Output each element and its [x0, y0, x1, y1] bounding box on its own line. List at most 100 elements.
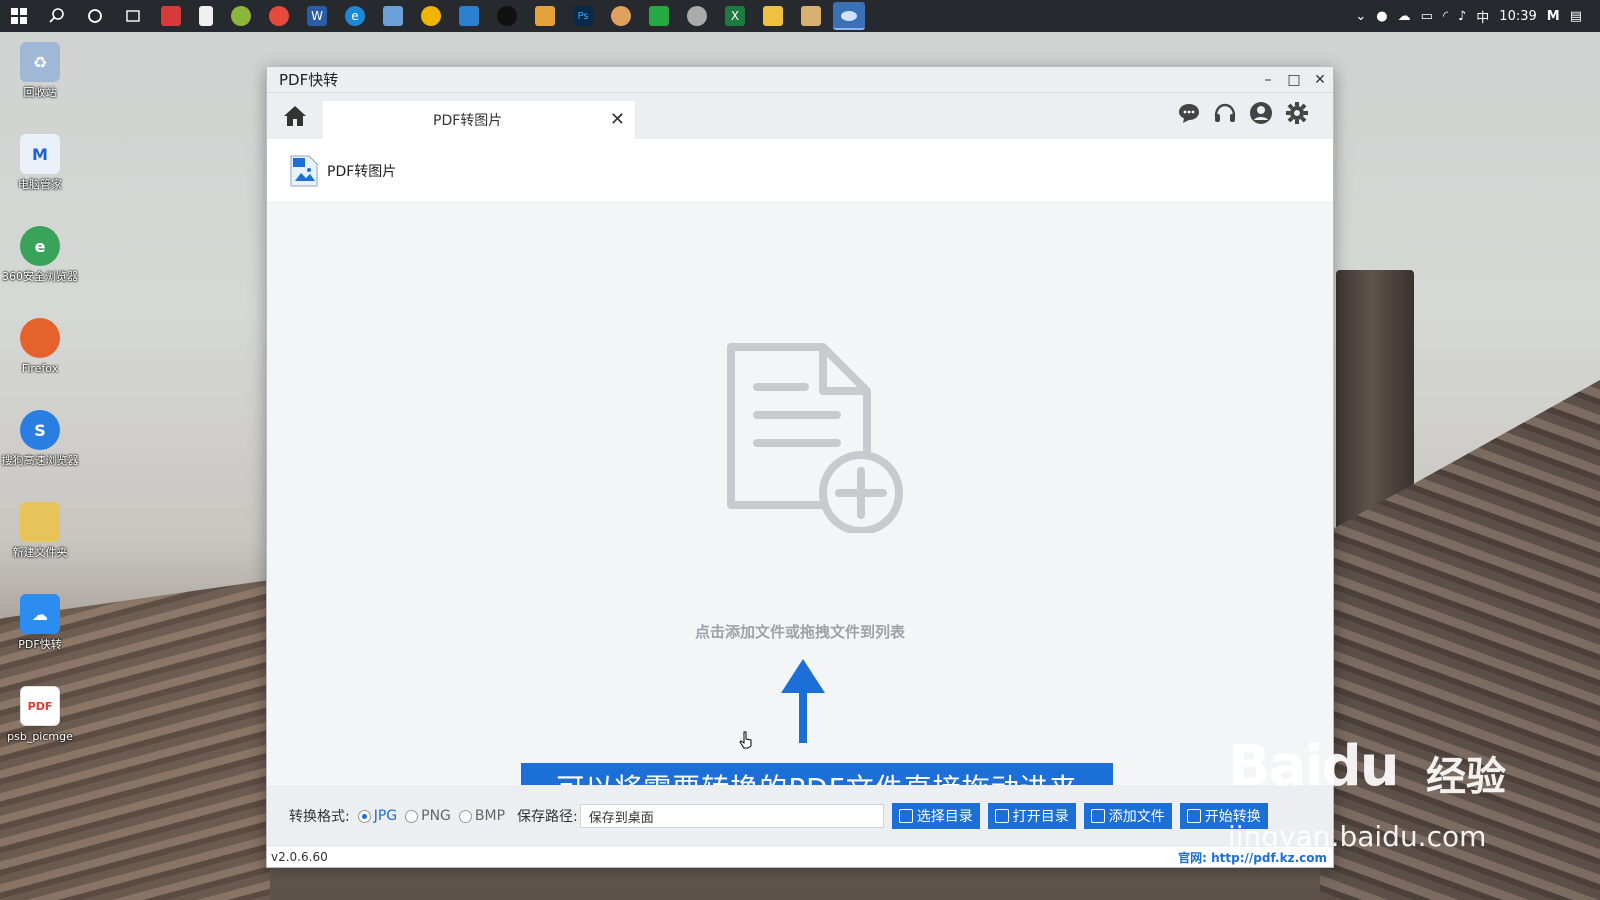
app-green-icon[interactable]	[231, 6, 251, 26]
format-option-label: BMP	[474, 808, 506, 824]
tab-pdf-to-image[interactable]: PDF转图片 ✕	[323, 101, 635, 139]
desktop-icon-recycle-bin[interactable]: ♻ 回收站	[0, 36, 80, 128]
cortana-icon[interactable]	[85, 6, 105, 26]
battery-icon[interactable]: ▭	[1421, 9, 1433, 24]
pdf-file-icon: PDF	[20, 686, 60, 726]
plus-icon	[1090, 809, 1105, 823]
desktop-icon-label: PDF快转	[18, 638, 62, 651]
desktop-icon-label: Firefox	[21, 362, 59, 375]
folder-open-icon	[994, 809, 1009, 823]
desktop-icon-label: 搜狗高速浏览器	[1, 454, 79, 467]
button-label: 打开目录	[1012, 809, 1069, 825]
app-tan-icon[interactable]	[801, 6, 821, 26]
chevron-up-icon[interactable]: ⌄	[1355, 9, 1366, 24]
save-path-label: 保存路径:	[517, 809, 578, 825]
baidu-jingyan-watermark: Baidu 经验 jingyan.baidu.com	[1228, 734, 1538, 864]
qq-tray-icon[interactable]: ●	[1376, 9, 1387, 24]
add-file-icon[interactable]	[725, 343, 905, 533]
window-titlebar[interactable]: PDF快转 – □ ✕	[267, 67, 1333, 93]
task-view-icon[interactable]	[123, 6, 143, 26]
format-radio-bmp[interactable]: BMP	[458, 808, 506, 824]
app-box-icon[interactable]	[459, 6, 479, 26]
tab-close-icon[interactable]: ✕	[610, 109, 625, 130]
file-drop-area[interactable]: 点击添加文件或拖拽文件到列表 可以将需要转换的PDF文件直接拖动进来	[267, 203, 1333, 811]
add-file-button[interactable]: 添加文件	[1083, 803, 1172, 829]
chrome-icon[interactable]	[421, 6, 441, 26]
desktop-icon-new-folder[interactable]: 新建文件夹	[0, 496, 80, 588]
pc-manager-tray-icon[interactable]: M	[1547, 9, 1560, 24]
radio-dot	[357, 809, 371, 823]
wifi-icon[interactable]: ◜	[1443, 9, 1448, 24]
edge-icon[interactable]: e	[345, 6, 365, 26]
options-bar: 转换格式: JPG PNG BMP 保存路径: 选择目录 打开目录 添加文件 开…	[267, 785, 1333, 847]
desktop-icon-pdf-kuaizhuan[interactable]: ☁ PDF快转	[0, 588, 80, 680]
window-title: PDF快转	[279, 71, 339, 89]
format-label: 转换格式:	[289, 809, 350, 825]
clock-time[interactable]: 10:39	[1499, 9, 1536, 24]
desktop-icon-firefox[interactable]: Firefox	[0, 312, 80, 404]
search-icon[interactable]	[47, 6, 67, 26]
desktop-icon-psb-picmge[interactable]: PDF psb_picmge	[0, 680, 80, 772]
app-gray-icon[interactable]	[687, 6, 707, 26]
window-controls: – □ ✕	[1255, 72, 1333, 88]
home-button[interactable]	[267, 93, 323, 139]
desktop-icon-pc-manager[interactable]: M 电脑管家	[0, 128, 80, 220]
notepad-icon[interactable]	[199, 6, 213, 26]
app-weibo-icon[interactable]	[269, 6, 289, 26]
file-explorer-icon[interactable]	[763, 6, 783, 26]
recycle-bin-icon: ♻	[20, 42, 60, 82]
maximize-icon[interactable]: □	[1281, 72, 1307, 88]
section-header: PDF转图片	[267, 139, 1333, 203]
minimize-icon[interactable]: –	[1255, 72, 1281, 88]
desktop-icon-column: ♻ 回收站 M 电脑管家 e 360安全浏览器 Firefox S 搜狗高速浏览…	[0, 36, 80, 772]
open-dir-button[interactable]: 打开目录	[987, 803, 1076, 829]
format-radio-png[interactable]: PNG	[405, 808, 451, 824]
volume-icon[interactable]: ♪	[1458, 9, 1466, 24]
pdf-kuaizhuan-icon: ☁	[20, 594, 60, 634]
pdf-kuaizhuan-taskbar-icon[interactable]	[833, 2, 865, 30]
desktop-icon-label: psb_picmge	[7, 730, 73, 743]
desktop-icon-label: 回收站	[23, 86, 57, 99]
folder-icon	[20, 502, 60, 542]
save-path-input[interactable]	[579, 804, 884, 828]
cloud-icon[interactable]: ☁	[1398, 9, 1411, 24]
wechat-icon[interactable]	[649, 6, 669, 26]
excel-icon[interactable]: X	[725, 6, 745, 26]
user-account-icon[interactable]	[1249, 101, 1273, 125]
home-icon	[284, 106, 306, 126]
windows-start-icon[interactable]	[9, 6, 29, 26]
radio-dot	[405, 809, 419, 823]
qq-icon[interactable]	[497, 6, 517, 26]
version-text: v2.0.6.60	[271, 850, 328, 864]
app-cookie-icon[interactable]	[611, 6, 631, 26]
format-option-label: PNG	[421, 808, 451, 824]
site-label: 官网:	[1178, 850, 1207, 865]
ime-indicator[interactable]: 中	[1476, 7, 1489, 26]
choose-dir-button[interactable]: 选择目录	[891, 803, 980, 829]
notification-icon[interactable]: ▤	[1570, 9, 1582, 24]
app-red-icon[interactable]	[161, 6, 181, 26]
settings-gear-icon[interactable]	[1285, 101, 1309, 125]
button-label: 添加文件	[1108, 809, 1165, 825]
status-bar: v2.0.6.60 官网: http://pdf.kz.com	[267, 847, 1333, 867]
app-window: PDF快转 – □ ✕ PDF转图片 ✕ PDF转图片 点击添加文件或拖拽文件到…	[266, 66, 1334, 868]
convert-icon	[1186, 809, 1201, 823]
headset-icon[interactable]	[1213, 101, 1237, 125]
top-actions	[1177, 101, 1309, 125]
desktop-icon-sogou-browser[interactable]: S 搜狗高速浏览器	[0, 404, 80, 496]
app-blue-icon[interactable]	[383, 6, 403, 26]
word-icon[interactable]: W	[307, 6, 327, 26]
chat-icon[interactable]	[1177, 101, 1201, 125]
tab-bar: PDF转图片 ✕	[267, 93, 1333, 139]
close-window-icon[interactable]: ✕	[1307, 72, 1333, 88]
button-label: 选择目录	[916, 809, 973, 825]
format-radio-jpg[interactable]: JPG	[357, 808, 397, 824]
watermark-url: jingyan.baidu.com	[1228, 820, 1487, 853]
photoshop-icon[interactable]: Ps	[573, 6, 593, 26]
firefox-icon	[20, 318, 60, 358]
system-tray: ⌄ ● ☁ ▭ ◜ ♪ 中 10:39 M ▤	[1355, 7, 1600, 26]
watermark-logo: Baidu	[1228, 734, 1400, 799]
watermark-cn: 经验	[1426, 754, 1506, 800]
desktop-icon-360-browser[interactable]: e 360安全浏览器	[0, 220, 80, 312]
app-orange-icon[interactable]	[535, 6, 555, 26]
